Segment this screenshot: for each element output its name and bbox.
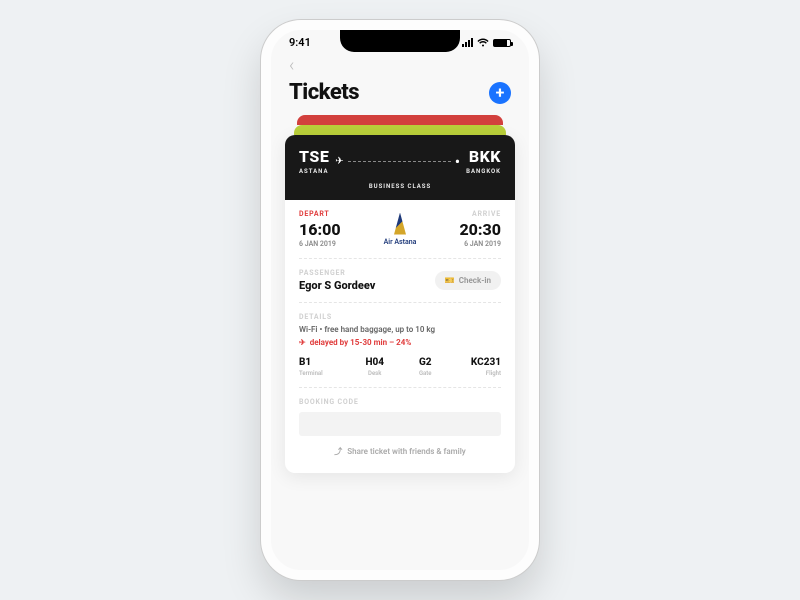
checkin-button[interactable]: 🎫 Check-in [435,271,501,290]
takeoff-icon: ✈ [299,338,306,347]
stacked-card[interactable] [294,125,506,135]
status-indicators [462,38,511,47]
gate-label: Gate [400,370,451,377]
wifi-icon [477,38,489,47]
depart-label: DEPART [299,210,341,218]
passenger-label: Passenger [299,269,375,277]
airline-name: Air Astana [384,238,417,246]
flight-value: KC231 [451,357,502,368]
passenger-name: Egor S Gordeev [299,279,375,292]
dot-icon: • [455,152,460,171]
flight-info-grid: B1 Terminal H04 Desk G2 Gate KC231 Fligh… [299,357,501,377]
share-label: Share ticket with friends & family [347,447,466,456]
origin-airport: TSE ASTANA [299,147,329,175]
back-button[interactable]: ‹ [289,55,511,76]
depart-time: 16:00 [299,220,341,239]
depart-block: DEPART 16:00 6 JAN 2019 [299,210,341,248]
desk-value: H04 [350,357,401,368]
desk-label: Desk [350,370,401,377]
ticket-card[interactable]: TSE ASTANA ✈ • BKK BANGKOK BUSINESS CLAS… [285,135,515,473]
arrive-time: 20:30 [459,220,501,239]
app-header: ‹ Tickets + [271,49,529,115]
checkin-label: Check-in [459,276,491,285]
origin-city: ASTANA [299,168,329,175]
ticket-route-header: TSE ASTANA ✈ • BKK BANGKOK BUSINESS CLAS… [285,135,515,200]
battery-icon [493,39,511,47]
destination-airport: BKK BANGKOK [466,147,501,175]
travel-class: BUSINESS CLASS [299,183,501,190]
plus-icon: + [496,83,505,102]
route-line: ✈ • [329,152,466,171]
details-label: Details [299,313,501,321]
destination-code: BKK [466,147,501,166]
origin-code: TSE [299,147,329,166]
gate-value: G2 [400,357,451,368]
plane-icon: ✈ [335,156,343,167]
arrive-label: ARRIVE [459,210,501,218]
arrive-block: ARRIVE 20:30 6 JAN 2019 [459,210,501,248]
arrive-date: 6 JAN 2019 [459,240,501,248]
signal-icon [462,38,473,47]
share-icon: ⤴ [334,446,342,457]
ticket-icon: 🎫 [445,276,455,285]
booking-code-label: Booking Code [299,398,501,406]
airline-block: Air Astana [384,213,417,246]
page-title: Tickets [289,80,359,105]
device-notch [340,30,460,52]
destination-city: BANGKOK [466,168,501,175]
delay-text: delayed by 15-30 min – 24% [310,338,412,347]
passenger-block: Passenger Egor S Gordeev [299,269,375,292]
share-button[interactable]: ⤴ Share ticket with friends & family [299,436,501,461]
terminal-value: B1 [299,357,350,368]
phone-frame: 9:41 ‹ Tickets + TSE ASTANA [261,20,539,580]
flight-label: Flight [451,370,502,377]
terminal-label: Terminal [299,370,350,377]
ticket-body: DEPART 16:00 6 JAN 2019 Air Astana ARRIV… [285,200,515,473]
delay-warning: ✈ delayed by 15-30 min – 24% [299,338,501,347]
ticket-stack: TSE ASTANA ✈ • BKK BANGKOK BUSINESS CLAS… [285,115,515,473]
details-text: Wi-Fi • free hand baggage, up to 10 kg [299,325,501,334]
booking-code-box [299,412,501,436]
add-button[interactable]: + [489,82,511,104]
airline-logo-icon [390,213,410,235]
status-time: 9:41 [289,36,311,49]
depart-date: 6 JAN 2019 [299,240,341,248]
stacked-card[interactable] [297,115,503,125]
